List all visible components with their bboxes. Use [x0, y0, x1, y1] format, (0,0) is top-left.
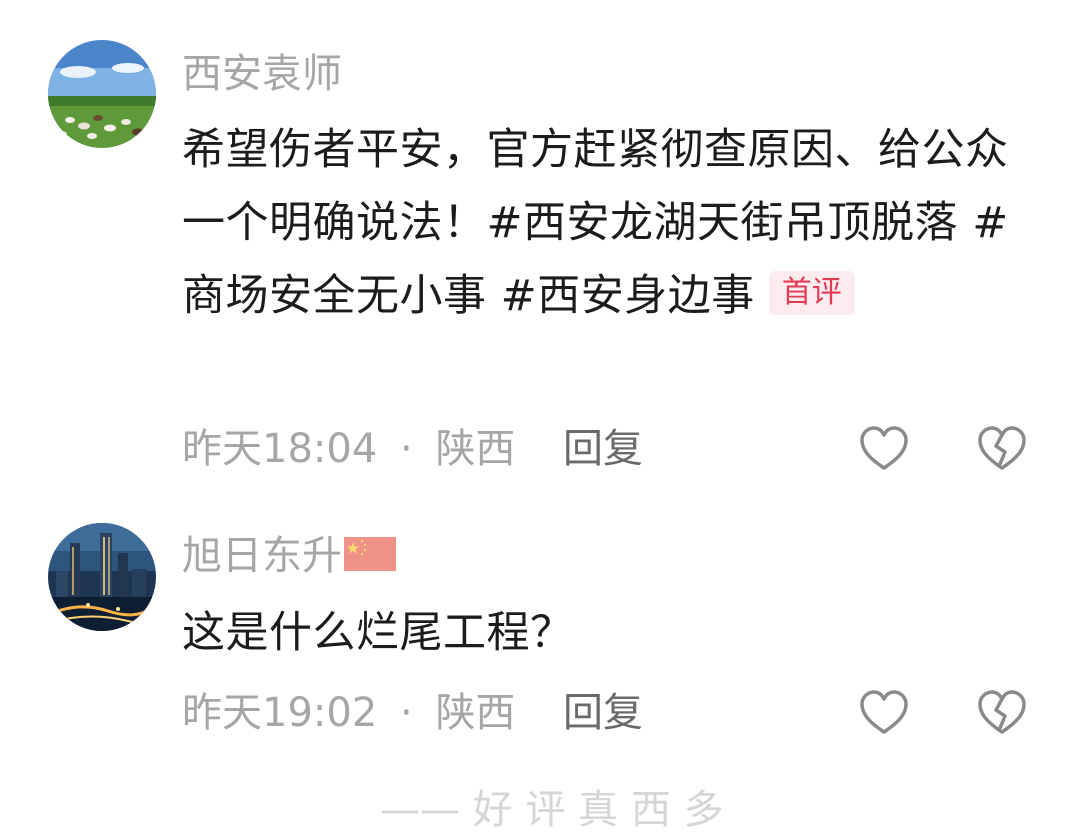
username-text: 旭日东升: [182, 533, 342, 579]
comment-body: 这是什么烂尾工程？: [182, 608, 574, 658]
location: 陕西: [435, 690, 516, 736]
city-night-avatar: [48, 523, 156, 631]
avatar[interactable]: [48, 523, 156, 631]
reply-button[interactable]: 回复: [563, 690, 643, 736]
comment-meta: 昨天19:02 · 陕西: [182, 690, 515, 736]
timestamp: 昨天19:02: [182, 690, 378, 736]
username[interactable]: 旭日东升: [182, 536, 396, 576]
china-flag-icon: [344, 537, 396, 571]
heart-outline-icon[interactable]: [860, 690, 908, 736]
comment-text: 这是什么烂尾工程？: [182, 597, 1042, 670]
comment-item: 旭日东升 这是什么烂尾工程？ 昨天19:02 · 陕西 回复: [0, 0, 1082, 760]
meta-separator: ·: [400, 690, 413, 736]
load-more-hint[interactable]: —— 好 评 真 西 多: [380, 790, 724, 830]
broken-heart-icon[interactable]: [978, 690, 1026, 736]
